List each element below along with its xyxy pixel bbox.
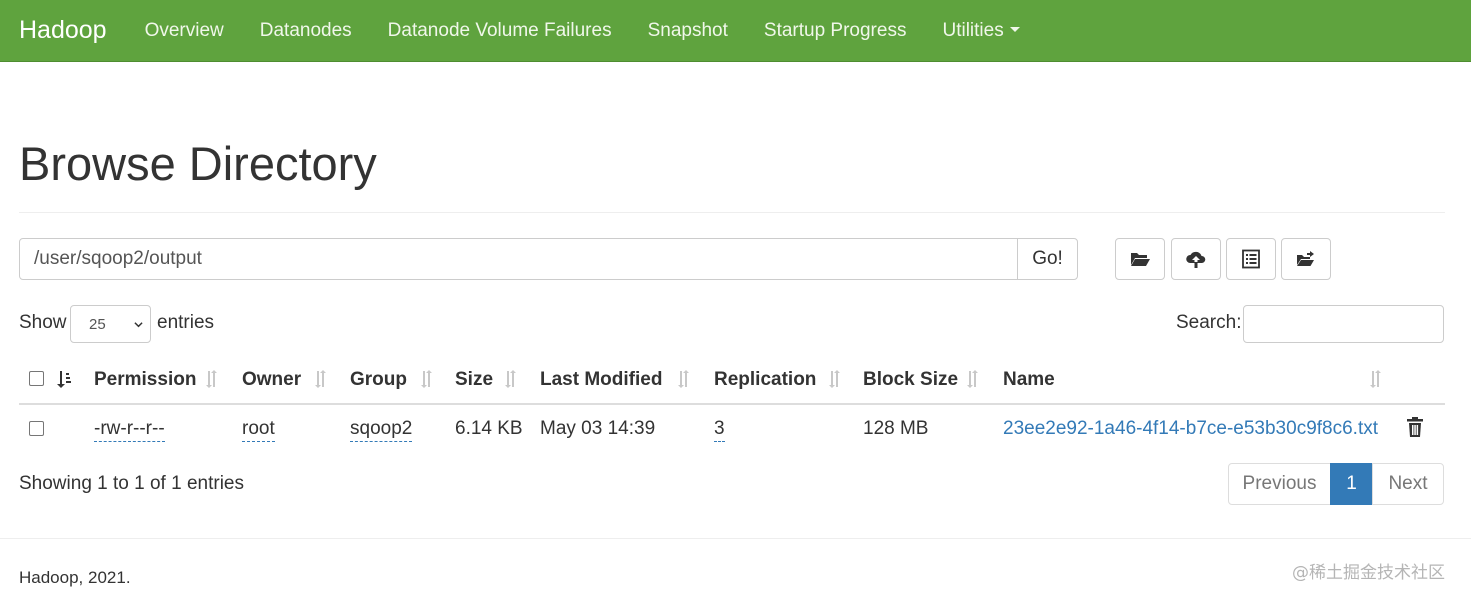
column-header-group[interactable]: Group xyxy=(350,369,407,391)
search-input[interactable] xyxy=(1243,305,1444,343)
directory-path-input[interactable] xyxy=(19,238,1018,280)
search-label: Search: xyxy=(1176,312,1242,333)
sort-icon[interactable] xyxy=(676,369,692,389)
title-divider xyxy=(19,212,1445,213)
nav-utilities-label: Utilities xyxy=(942,19,1004,41)
pagination-page-1[interactable]: 1 xyxy=(1330,463,1373,505)
folder-move-icon xyxy=(1297,251,1314,266)
column-header-name[interactable]: Name xyxy=(1003,369,1055,391)
cloud-upload-icon xyxy=(1186,251,1206,268)
nav-datanodes[interactable]: Datanodes xyxy=(242,20,370,42)
sort-icon[interactable] xyxy=(503,369,519,389)
nav-datanode-volume-failures[interactable]: Datanode Volume Failures xyxy=(370,20,630,42)
table-header-divider xyxy=(19,403,1445,405)
column-header-block-size[interactable]: Block Size xyxy=(863,369,958,391)
cell-replication[interactable]: 3 xyxy=(714,418,725,442)
sort-icon[interactable] xyxy=(419,369,435,389)
cut-paste-button[interactable] xyxy=(1226,238,1276,280)
page-length-value: 25 xyxy=(89,315,106,333)
sort-icon[interactable] xyxy=(965,369,981,389)
column-header-replication[interactable]: Replication xyxy=(714,369,816,391)
cell-last-modified: May 03 14:39 xyxy=(540,418,656,439)
cell-size: 6.14 KB xyxy=(455,418,523,439)
sort-ascending-icon[interactable] xyxy=(56,369,72,389)
cell-file-name-link[interactable]: 23ee2e92-1a46-4f14-b7ce-e53b30c9f8c6.txt xyxy=(1003,418,1378,440)
chevron-down-icon xyxy=(134,322,143,328)
column-header-owner[interactable]: Owner xyxy=(242,369,301,391)
nav-utilities-dropdown[interactable]: Utilities xyxy=(924,20,1037,42)
show-label: Show xyxy=(19,312,67,333)
page-title: Browse Directory xyxy=(19,137,377,190)
column-header-size[interactable]: Size xyxy=(455,369,493,391)
list-alt-icon xyxy=(1242,249,1260,269)
column-header-last-modified[interactable]: Last Modified xyxy=(540,369,662,391)
nav-snapshot[interactable]: Snapshot xyxy=(630,20,746,42)
brand-link[interactable]: Hadoop xyxy=(19,16,107,45)
cell-block-size: 128 MB xyxy=(863,418,929,439)
cell-owner[interactable]: root xyxy=(242,418,275,442)
entries-label: entries xyxy=(157,312,215,333)
move-files-button[interactable] xyxy=(1281,238,1331,280)
table-info: Showing 1 to 1 of 1 entries xyxy=(19,473,244,494)
cell-permission[interactable]: -rw-r--r-- xyxy=(94,418,165,442)
pagination-next[interactable]: Next xyxy=(1372,463,1444,505)
footer-divider xyxy=(0,538,1471,539)
top-navbar: Hadoop Overview Datanodes Datanode Volum… xyxy=(0,0,1471,62)
sort-icon[interactable] xyxy=(1368,369,1384,389)
sort-icon[interactable] xyxy=(204,369,220,389)
footer-text: Hadoop, 2021. xyxy=(19,568,131,587)
row-select-checkbox[interactable] xyxy=(29,421,44,436)
create-directory-button[interactable] xyxy=(1115,238,1165,280)
pagination-previous[interactable]: Previous xyxy=(1228,463,1331,505)
upload-files-button[interactable] xyxy=(1171,238,1221,280)
watermark: @稀土掘金技术社区 xyxy=(1292,563,1445,583)
cell-group[interactable]: sqoop2 xyxy=(350,418,413,442)
folder-open-icon xyxy=(1131,253,1150,266)
sort-icon[interactable] xyxy=(827,369,843,389)
caret-down-icon xyxy=(1009,26,1020,32)
page-length-select[interactable]: 25 xyxy=(70,305,151,343)
nav-startup-progress[interactable]: Startup Progress xyxy=(746,20,925,42)
nav-overview[interactable]: Overview xyxy=(127,20,242,42)
sort-icon[interactable] xyxy=(313,369,329,389)
go-button[interactable]: Go! xyxy=(1017,238,1078,280)
select-all-checkbox[interactable] xyxy=(29,371,44,386)
column-header-permission[interactable]: Permission xyxy=(94,369,196,391)
trash-icon[interactable] xyxy=(1405,416,1425,438)
